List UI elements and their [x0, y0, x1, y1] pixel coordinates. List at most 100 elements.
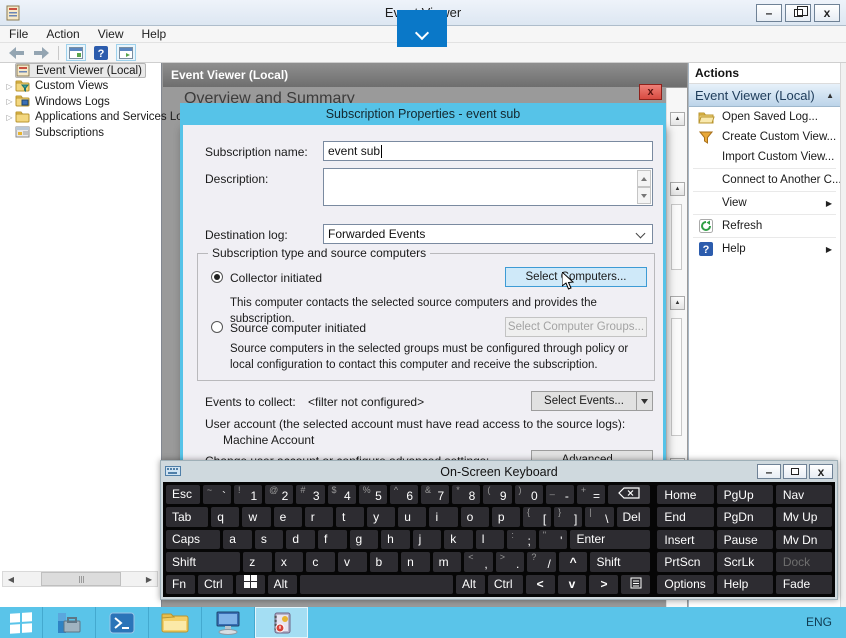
key-u[interactable]: u — [398, 507, 427, 527]
key-7[interactable]: & 7 — [421, 485, 450, 505]
osk-close-button[interactable]: x — [809, 464, 833, 479]
key-v[interactable]: v — [337, 552, 367, 572]
key-a[interactable]: a — [223, 529, 252, 550]
key-w[interactable]: w — [242, 507, 271, 527]
key-fn[interactable]: Fn — [166, 574, 195, 595]
action-item-open-saved-log[interactable]: Open Saved Log... — [689, 107, 840, 127]
close-button[interactable]: x — [814, 4, 840, 22]
subscription-name-input[interactable]: event sub — [323, 141, 653, 161]
source-initiated-radio[interactable] — [211, 321, 223, 333]
tree-horizontal-scrollbar[interactable]: ◀ ▶ — [2, 571, 158, 587]
key-\[interactable]: | \ — [585, 507, 614, 527]
key-g[interactable]: g — [349, 529, 379, 550]
dialog-close-button[interactable]: x — [639, 84, 662, 100]
scroll-left-icon[interactable]: ◀ — [3, 572, 19, 586]
menu-help[interactable]: Help — [133, 27, 176, 41]
console-tree-icon[interactable] — [66, 44, 86, 61]
description-input[interactable] — [323, 168, 653, 206]
key-3[interactable]: #3 — [296, 485, 325, 505]
tree-expander-icon[interactable]: ▷ — [4, 97, 15, 106]
key-enter[interactable]: Enter — [570, 529, 651, 550]
key-scrlk[interactable]: ScrLk — [716, 552, 773, 572]
destination-log-select[interactable]: Forwarded Events — [323, 224, 653, 244]
key-mv-dn[interactable]: Mv Dn — [775, 529, 833, 550]
menu-key-icon[interactable] — [621, 574, 651, 595]
tree-item-subscriptions[interactable]: Subscriptions — [0, 125, 161, 141]
action-item-view[interactable]: View ▶ — [689, 193, 840, 213]
key-f[interactable]: f — [317, 529, 347, 550]
key-'[interactable]: " ' — [538, 529, 568, 550]
select-events-dropdown-arrow[interactable] — [637, 391, 653, 411]
key-^[interactable]: ^ — [558, 552, 588, 572]
select-events-split-button[interactable]: Select Events... — [531, 391, 653, 411]
actions-group-header[interactable]: Event Viewer (Local) ▲ — [689, 84, 840, 107]
key-y[interactable]: y — [367, 507, 396, 527]
action-item-import-custom-view[interactable]: Import Custom View... — [689, 147, 840, 167]
key-v[interactable]: v — [557, 574, 587, 595]
key-e[interactable]: e — [273, 507, 302, 527]
collapse-section-icon[interactable]: ▲ — [670, 112, 685, 126]
action-item-help[interactable]: ? Help ▶ — [689, 239, 840, 259]
key-m[interactable]: m — [432, 552, 462, 572]
key-alt[interactable]: Alt — [455, 574, 485, 595]
collector-initiated-radio[interactable] — [211, 271, 223, 283]
key-r[interactable]: r — [304, 507, 333, 527]
key-p[interactable]: p — [491, 507, 520, 527]
key-1[interactable]: ! 1 — [233, 485, 263, 505]
key-[[interactable]: {[ — [522, 507, 552, 527]
key-q[interactable]: q — [211, 507, 240, 527]
key-shift[interactable]: Shift — [166, 552, 241, 572]
scroll-up-icon[interactable] — [637, 170, 651, 187]
key-help[interactable]: Help — [716, 574, 773, 595]
select-computer-groups-button[interactable]: Select Computer Groups... — [505, 317, 647, 337]
taskbar-file-explorer[interactable] — [149, 607, 202, 638]
key-esc[interactable]: Esc — [166, 485, 200, 505]
key-del[interactable]: Del — [616, 507, 651, 527]
help-toolbar-icon[interactable]: ? — [91, 44, 111, 61]
tree-item-applications-and-services-lo[interactable]: ▷ Applications and Services Lo — [0, 110, 183, 126]
key-;[interactable]: :; — [507, 529, 536, 550]
key->[interactable]: > — [589, 574, 619, 595]
key-n[interactable]: n — [401, 552, 430, 572]
key-9[interactable]: (9 — [483, 485, 512, 505]
tree-expander-icon[interactable]: ▷ — [4, 113, 15, 122]
key-,[interactable]: <, — [464, 552, 493, 572]
key-`[interactable]: ~ ` — [202, 485, 231, 505]
key-alt[interactable]: Alt — [267, 574, 297, 595]
key-prtscn[interactable]: PrtScn — [657, 552, 714, 572]
tree-item-windows-logs[interactable]: ▷ Windows Logs — [0, 94, 161, 110]
key-h[interactable]: h — [381, 529, 410, 550]
tree-item-custom-views[interactable]: ▷ Custom Views — [0, 79, 161, 95]
scrollbar-thumb[interactable] — [41, 572, 121, 586]
key-k[interactable]: k — [444, 529, 473, 550]
key-<[interactable]: < — [525, 574, 555, 595]
key-j[interactable]: j — [412, 529, 442, 550]
key-x[interactable]: x — [274, 552, 304, 572]
key-shift[interactable]: Shift — [590, 552, 651, 572]
key-z[interactable]: z — [243, 552, 272, 572]
key-2[interactable]: @2 — [265, 485, 294, 505]
action-item-create-custom-view[interactable]: Create Custom View... — [689, 127, 840, 147]
select-computers-button[interactable]: Select Computers... — [505, 267, 647, 287]
key-.[interactable]: >. — [495, 552, 525, 572]
collapse-section-icon[interactable]: ▲ — [670, 296, 685, 310]
key-mv-up[interactable]: Mv Up — [775, 507, 833, 527]
taskbar-event-viewer[interactable] — [255, 607, 308, 638]
key-c[interactable]: c — [306, 552, 335, 572]
language-indicator[interactable]: ENG — [806, 615, 832, 629]
backspace-icon[interactable] — [608, 485, 651, 505]
tree-item-event-viewer-local[interactable]: Event Viewer (Local) — [0, 63, 161, 79]
restore-button[interactable] — [785, 4, 811, 22]
key-dock[interactable]: Dock — [775, 552, 833, 572]
key-o[interactable]: o — [460, 507, 489, 527]
select-events-button[interactable]: Select Events... — [531, 391, 637, 411]
description-scroll-buttons[interactable] — [637, 170, 651, 204]
collapse-group-icon[interactable]: ▲ — [826, 91, 834, 100]
windows-key-icon[interactable] — [235, 574, 265, 595]
osk-minimize-button[interactable]: – — [757, 464, 781, 479]
show-action-pane-icon[interactable] — [116, 44, 136, 61]
key-ctrl[interactable]: Ctrl — [487, 574, 523, 595]
window-right-scroll-strip[interactable] — [840, 63, 846, 607]
key-8[interactable]: * 8 — [452, 485, 481, 505]
key-space[interactable] — [299, 574, 453, 595]
